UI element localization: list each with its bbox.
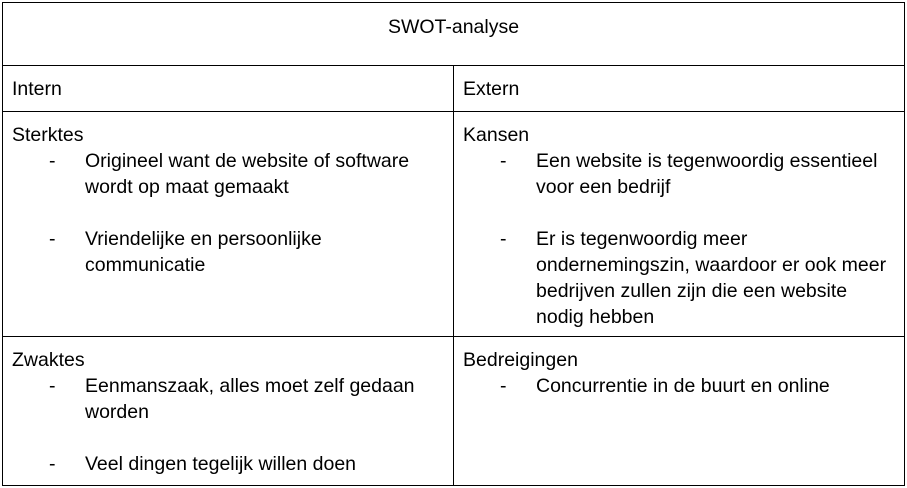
quadrant-heading: Bedreigingen [463,349,578,372]
bullet-marker: - [49,375,56,398]
list-item: - Origineel want de website of software … [12,148,445,200]
list-item-text: Eenmanszaak, alles moet zelf gedaan word… [85,375,415,424]
bullet-list: - Concurrentie in de buurt en online [463,373,896,399]
column-header-extern: Extern [453,65,905,113]
list-item-text: Vriendelijke en persoonlijke communicati… [85,228,322,277]
column-header-label: Extern [463,78,520,101]
quadrant-heading: Zwaktes [12,349,85,372]
bullet-marker: - [500,150,507,173]
bullet-list: - Eenmanszaak, alles moet zelf gedaan wo… [12,373,445,477]
bullet-marker: - [49,453,56,476]
bullet-marker: - [49,228,56,251]
bullet-list: - Een website is tegenwoordig essentieel… [463,148,896,330]
quadrant-weaknesses: Zwaktes - Eenmanszaak, alles moet zelf g… [2,336,454,486]
page-title: SWOT-analyse [387,16,520,38]
list-item: - Veel dingen tegelijk willen doen [12,451,445,477]
title-cell: SWOT-analyse [2,1,905,67]
column-header-intern: Intern [2,65,454,113]
bullet-marker: - [49,150,56,173]
list-item: - Concurrentie in de buurt en online [463,373,896,399]
bullet-list: - Origineel want de website of software … [12,148,445,278]
list-item-text: Origineel want de website of software wo… [85,150,410,199]
quadrant-heading: Kansen [463,124,530,147]
list-item-text: Een website is tegenwoordig essentieel v… [536,150,878,199]
column-header-label: Intern [12,78,62,101]
list-item: - Een website is tegenwoordig essentieel… [463,148,896,200]
quadrant-heading: Sterktes [12,124,84,147]
bullet-marker: - [500,228,507,251]
swot-table: SWOT-analyse Intern Extern Sterktes - Or… [2,1,905,486]
list-item-text: Er is tegenwoordig meer ondernemingszin,… [536,228,887,329]
list-item: - Er is tegenwoordig meer ondernemingszi… [463,226,896,330]
list-item: - Vriendelijke en persoonlijke communica… [12,226,445,278]
bullet-marker: - [500,375,507,398]
quadrant-strengths: Sterktes - Origineel want de website of … [2,111,454,338]
list-item: - Eenmanszaak, alles moet zelf gedaan wo… [12,373,445,425]
quadrant-opportunities: Kansen - Een website is tegenwoordig ess… [453,111,905,338]
list-item-text: Concurrentie in de buurt en online [536,375,830,398]
quadrant-threats: Bedreigingen - Concurrentie in de buurt … [453,336,905,486]
list-item-text: Veel dingen tegelijk willen doen [85,453,357,476]
